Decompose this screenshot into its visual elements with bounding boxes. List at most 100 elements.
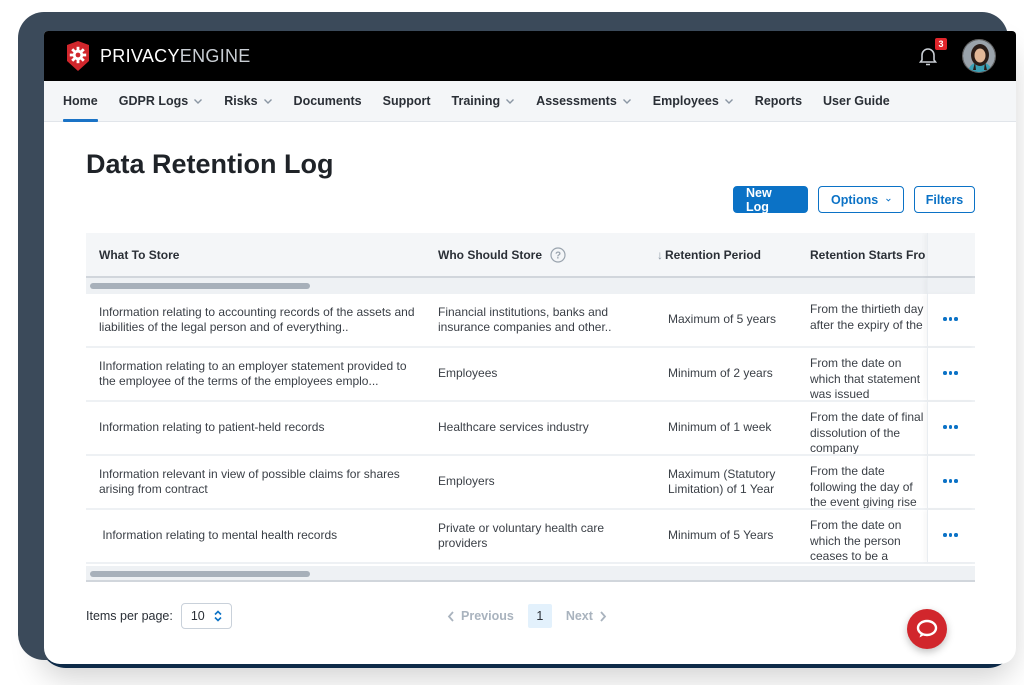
column-label: What To Store	[99, 247, 180, 262]
nav-label: Risks	[224, 94, 258, 108]
options-dropdown-button[interactable]: Options	[818, 186, 904, 213]
row-actions-cell	[927, 456, 975, 508]
items-per-page-label: Items per page:	[86, 609, 173, 623]
notifications-button[interactable]: 3	[916, 38, 947, 68]
logo[interactable]: PRIVACYENGINE	[64, 40, 251, 72]
nav-label: Training	[451, 94, 501, 108]
chevron-down-icon	[886, 198, 891, 201]
table-header: What To Store Who Should Store ? ↓ Reten…	[86, 233, 975, 278]
actions-column-spacer	[927, 278, 975, 294]
nav-label: Reports	[754, 94, 803, 108]
pagination: Previous 1 Next	[447, 604, 607, 628]
cell-text: From the date of final dissolution of th…	[810, 410, 924, 454]
help-icon[interactable]: ?	[550, 246, 566, 263]
cell-who-should-store: Healthcare services industry	[438, 420, 589, 435]
more-options-icon[interactable]	[943, 476, 961, 486]
nav-documents[interactable]: Documents	[283, 81, 372, 121]
horizontal-scrollbar-bottom[interactable]	[86, 566, 975, 582]
row-actions-cell	[927, 294, 975, 346]
more-options-icon[interactable]	[943, 368, 961, 378]
cell-retention-period: Minimum of 2 years	[668, 366, 773, 381]
row-actions-cell	[927, 402, 975, 454]
cell-what-to-store: Information relevant in view of possible…	[99, 466, 400, 497]
chevron-down-icon	[194, 99, 203, 104]
options-label: Options	[831, 192, 879, 207]
table-row[interactable]: Information relating to accounting recor…	[86, 294, 975, 348]
cell-who-should-store: Private or voluntary health care provide…	[438, 520, 605, 551]
chat-button[interactable]	[907, 609, 947, 649]
up-down-chevron-icon	[214, 610, 222, 622]
more-options-icon[interactable]	[943, 530, 961, 540]
sort-descending-icon: ↓	[657, 247, 663, 262]
app-screen: PRIVACYENGINE 3 Home GDPR Logs Risks Doc…	[44, 31, 1016, 664]
page-title: Data Retention Log	[86, 149, 334, 179]
items-per-page: Items per page: 10	[86, 603, 232, 629]
table-row[interactable]: Information relating to patient-held rec…	[86, 402, 975, 456]
filters-button[interactable]: Filters	[914, 186, 975, 213]
brand-name-part1: PRIVACY	[100, 45, 180, 66]
page-number-current[interactable]: 1	[527, 604, 552, 628]
device-frame: PRIVACYENGINE 3 Home GDPR Logs Risks Doc…	[18, 12, 1016, 664]
actions-column-header	[927, 233, 975, 276]
next-page-button[interactable]: Next	[566, 609, 607, 623]
row-actions-cell	[927, 510, 975, 562]
cell-what-to-store: Information relating to accounting recor…	[99, 304, 415, 335]
previous-page-button[interactable]: Previous	[447, 609, 514, 623]
nav-label: Support	[382, 94, 431, 108]
cell-text: From the date following the day of the e…	[810, 464, 917, 508]
user-avatar[interactable]	[962, 39, 996, 73]
column-header-retention-starts-from[interactable]: Retention Starts From	[810, 233, 926, 276]
nav-label: Employees	[652, 94, 719, 108]
chevron-down-icon	[506, 99, 515, 104]
chat-bubble-icon	[916, 619, 938, 638]
top-bar: PRIVACYENGINE 3	[44, 31, 1016, 81]
nav-training[interactable]: Training	[441, 81, 526, 121]
nav-support[interactable]: Support	[372, 81, 441, 121]
more-options-icon[interactable]	[943, 314, 961, 324]
chevron-down-icon	[724, 99, 733, 104]
table-row[interactable]: Information relevant in view of possible…	[86, 456, 975, 510]
cell-retention-period: Maximum of 5 years	[668, 312, 777, 327]
more-options-icon[interactable]	[943, 422, 961, 432]
cell-retention-starts: From the date of final dissolution of th…	[810, 402, 926, 454]
table-row[interactable]: IInformation relating to an employer sta…	[86, 348, 975, 402]
new-log-button[interactable]: New Log	[733, 186, 808, 214]
nav-employees[interactable]: Employees	[642, 81, 744, 121]
cell-retention-starts: From the date on which that statement wa…	[810, 348, 926, 400]
nav-label: Home	[63, 94, 98, 108]
cell-retention-period: Minimum of 1 week	[668, 420, 772, 435]
next-label: Next	[565, 609, 593, 623]
nav-assessments[interactable]: Assessments	[526, 81, 643, 121]
table-row[interactable]: Information relating to mental health re…	[86, 510, 975, 564]
cell-retention-period: Minimum of 5 Years	[668, 528, 774, 543]
row-actions-cell	[927, 348, 975, 400]
cell-who-should-store: Employers	[438, 474, 495, 489]
cell-who-should-store: Employees	[438, 366, 498, 381]
cell-retention-period: Maximum (Statutory Limitation) of 1 Year	[668, 466, 776, 497]
column-header-what-to-store[interactable]: What To Store	[99, 233, 179, 276]
nav-user-guide[interactable]: User Guide	[813, 81, 901, 121]
chevron-right-icon	[600, 610, 607, 622]
items-per-page-select[interactable]: 10	[180, 603, 232, 629]
scrollbar-thumb[interactable]	[90, 283, 310, 289]
nav-reports[interactable]: Reports	[744, 81, 812, 121]
cell-who-should-store: Financial institutions, banks and insura…	[438, 304, 612, 335]
main-nav: Home GDPR Logs Risks Documents Support T…	[44, 81, 1016, 122]
scrollbar-thumb[interactable]	[90, 571, 310, 577]
previous-label: Previous	[461, 609, 514, 623]
column-label: Retention Starts From	[810, 247, 926, 262]
column-header-who-should-store[interactable]: Who Should Store ?	[438, 233, 566, 276]
nav-label: User Guide	[823, 94, 890, 108]
horizontal-scrollbar-top[interactable]	[86, 278, 975, 294]
cell-what-to-store: Information relating to mental health re…	[99, 528, 338, 543]
chevron-left-icon	[447, 610, 454, 622]
items-per-page-value: 10	[190, 609, 205, 623]
cell-what-to-store: Information relating to patient-held rec…	[99, 420, 325, 435]
column-header-retention-period[interactable]: ↓ Retention Period	[657, 233, 761, 276]
cell-retention-starts: From the date on which the person ceases…	[810, 510, 926, 562]
nav-home[interactable]: Home	[63, 81, 108, 122]
nav-risks[interactable]: Risks	[214, 81, 283, 121]
cell-text: From the date on which that statement wa…	[810, 356, 921, 400]
cell-text: From the thirtieth day after the expiry …	[810, 302, 924, 332]
nav-gdpr-logs[interactable]: GDPR Logs	[108, 81, 213, 121]
